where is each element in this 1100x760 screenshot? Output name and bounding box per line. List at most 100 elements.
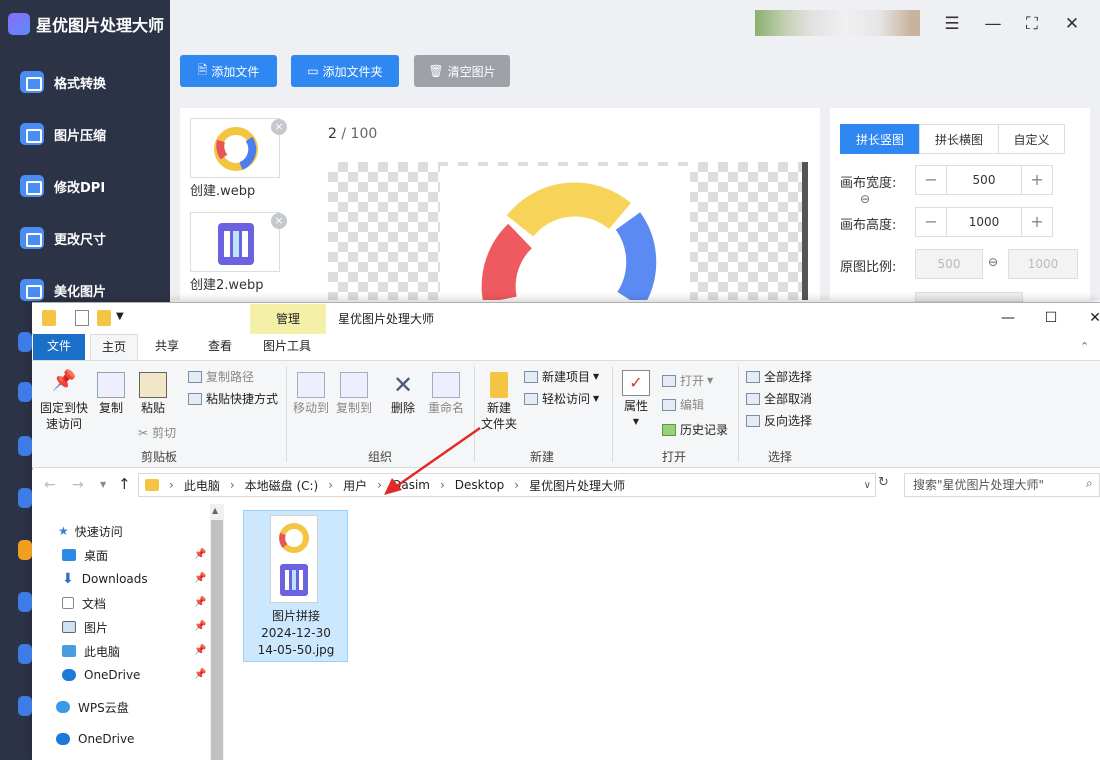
paste-button[interactable]: 粘贴 <box>138 372 168 416</box>
clear-images-button[interactable]: 🗑 清空图片 <box>414 55 510 87</box>
breadcrumb-item[interactable]: 本地磁盘 (C:) <box>245 477 319 494</box>
link-icon[interactable]: ⊖ <box>860 192 870 206</box>
pin-quick-access-button[interactable]: 📌 固定到快 速访问 <box>38 368 90 432</box>
remove-file-icon[interactable]: × <box>271 213 287 229</box>
tab-view[interactable]: 查看 <box>200 334 240 360</box>
address-dropdown-icon[interactable]: ∨ <box>864 480 871 491</box>
address-bar[interactable]: › 此电脑 › 本地磁盘 (C:) › 用户 › Qasim › Desktop › 星优… <box>138 473 876 497</box>
nav-item-this-pc[interactable]: 此电脑 <box>62 641 120 661</box>
back-arrow-icon[interactable]: ← <box>44 477 56 493</box>
sidebar-item-compress[interactable]: 图片压缩 <box>20 122 106 146</box>
sidebar-item-dpi[interactable]: 修改DPI <box>20 174 105 198</box>
sidebar-item-beautify[interactable]: 美化图片 <box>20 278 106 302</box>
open-button[interactable]: 打开 ▼ <box>662 372 713 389</box>
open-icon <box>662 374 676 387</box>
pin-icon[interactable]: 📌 <box>194 669 206 680</box>
breadcrumb-item[interactable]: 用户 <box>343 477 367 494</box>
plus-icon[interactable]: + <box>1022 166 1052 194</box>
tab-share[interactable]: 共享 <box>148 334 186 360</box>
nav-wps-cloud[interactable]: WPS云盘 <box>56 697 129 717</box>
tab-file[interactable]: 文件 <box>33 334 85 360</box>
select-none-button[interactable]: 全部取消 <box>746 390 812 407</box>
scroll-up-icon[interactable]: ▲ <box>212 506 218 515</box>
tab-picture-tools[interactable]: 图片工具 <box>258 334 316 360</box>
maximize-icon[interactable]: ☐ <box>1036 306 1066 330</box>
nav-item-onedrive[interactable]: OneDrive <box>62 665 140 685</box>
file-icon: 🗎 <box>197 62 208 77</box>
nav-item-pictures[interactable]: 图片 <box>62 617 108 637</box>
plus-icon[interactable]: + <box>1022 208 1052 236</box>
properties-button[interactable]: ✓ 属性 ▼ <box>620 370 652 430</box>
sidebar-item-format-convert[interactable]: 格式转换 <box>20 70 106 94</box>
file-name: 创建.webp <box>190 184 256 199</box>
select-all-icon <box>746 370 760 383</box>
minimize-icon[interactable]: — <box>981 12 1005 36</box>
nav-quick-access[interactable]: ★ 快速访问 <box>58 521 123 541</box>
properties-icon[interactable] <box>75 310 89 326</box>
rename-button[interactable]: 重命名 <box>426 372 466 416</box>
paste-shortcut-button[interactable]: 粘贴快捷方式 <box>188 390 278 407</box>
nav-item-documents[interactable]: 文档 <box>62 593 106 613</box>
select-group-label: 选择 <box>768 450 793 464</box>
recent-dropdown-icon[interactable]: ▼ <box>100 480 106 489</box>
canvas-width-stepper[interactable]: −500 + <box>915 165 1053 195</box>
search-input[interactable]: 搜索"星优图片处理大师" <box>904 473 1100 497</box>
up-arrow-icon[interactable]: ↑ <box>118 475 131 493</box>
file-thumbnail[interactable] <box>190 118 280 178</box>
sidebar-item-resize[interactable]: 更改尺寸 <box>20 226 106 250</box>
nav-item-downloads[interactable]: ⬇ Downloads <box>62 569 148 589</box>
delete-button[interactable]: ✕ 删除 <box>388 372 418 416</box>
pin-icon[interactable]: 📌 <box>194 621 206 632</box>
copy-path-button[interactable]: 复制路径 <box>188 368 254 385</box>
minimize-icon[interactable]: — <box>993 306 1023 330</box>
tab-manage[interactable]: 管理 <box>250 304 326 334</box>
nav-onedrive[interactable]: OneDrive <box>56 729 134 749</box>
new-folder-icon[interactable] <box>97 310 111 326</box>
collapse-ribbon-icon[interactable]: ⌃ <box>1080 340 1089 353</box>
easy-access-button[interactable]: 轻松访问 ▼ <box>524 390 599 407</box>
select-all-button[interactable]: 全部选择 <box>746 368 812 385</box>
tab-horizontal[interactable]: 拼长横图 <box>919 124 999 154</box>
add-folder-button[interactable]: ▭ 添加文件夹 <box>291 55 399 87</box>
ratio-width-field: 500 <box>915 249 983 279</box>
add-file-button[interactable]: 🗎 添加文件 <box>180 55 277 87</box>
minus-icon[interactable]: − <box>916 208 946 236</box>
quick-access-dropdown-icon[interactable]: ▼ <box>116 311 124 322</box>
tab-home[interactable]: 主页 <box>90 334 138 360</box>
breadcrumb-item[interactable]: 此电脑 <box>184 477 220 494</box>
preview-scrollbar[interactable] <box>802 162 808 300</box>
edit-button[interactable]: 编辑 <box>662 396 704 413</box>
history-button[interactable]: 历史记录 <box>662 421 728 438</box>
invert-selection-button[interactable]: 反向选择 <box>746 412 812 429</box>
new-item-button[interactable]: 新建项目 ▼ <box>524 368 599 385</box>
spacing-stepper[interactable] <box>915 292 1023 302</box>
tab-custom[interactable]: 自定义 <box>998 124 1065 154</box>
copy-to-button[interactable]: 复制到 <box>335 372 373 416</box>
pin-icon[interactable]: 📌 <box>194 645 206 656</box>
cut-button[interactable]: ✂ 剪切 <box>138 424 176 441</box>
copy-button[interactable]: 复制 <box>96 372 126 416</box>
pin-icon[interactable]: 📌 <box>194 549 206 560</box>
pin-icon[interactable]: 📌 <box>194 573 206 584</box>
properties-check-icon: ✓ <box>622 370 650 396</box>
minus-icon[interactable]: − <box>916 166 946 194</box>
nav-scrollbar-thumb[interactable] <box>211 520 223 760</box>
close-icon[interactable]: ✕ <box>1080 306 1100 330</box>
sidebar-icon <box>18 332 32 352</box>
pin-icon: 📌 <box>51 368 77 392</box>
move-to-button[interactable]: 移动到 <box>293 372 329 416</box>
fullscreen-icon[interactable]: ⛶ <box>1020 12 1044 36</box>
remove-file-icon[interactable]: × <box>271 119 287 135</box>
tab-vertical[interactable]: 拼长竖图 <box>840 124 920 154</box>
nav-item-desktop[interactable]: 桌面 <box>62 545 108 565</box>
search-icon[interactable]: ⌕ <box>1086 476 1093 491</box>
close-icon[interactable]: ✕ <box>1060 12 1084 36</box>
user-avatar[interactable] <box>755 10 920 36</box>
canvas-height-stepper[interactable]: −1000 + <box>915 207 1053 237</box>
file-thumbnail[interactable] <box>190 212 280 272</box>
breadcrumb-item[interactable]: 星优图片处理大师 <box>529 477 625 494</box>
settings-sliders-icon[interactable]: ☰ <box>940 12 964 36</box>
pin-icon[interactable]: 📌 <box>194 597 206 608</box>
refresh-icon[interactable]: ↻ <box>878 475 889 490</box>
forward-arrow-icon[interactable]: → <box>72 477 84 493</box>
